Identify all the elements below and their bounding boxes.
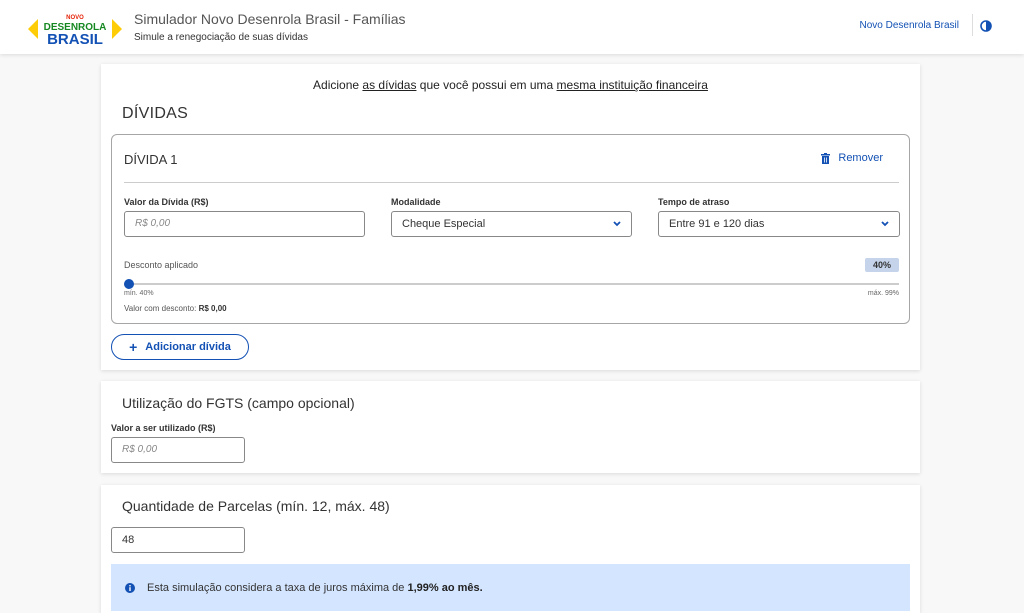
info-text: Esta simulação considera a taxa de juros…: [147, 581, 483, 594]
desconto-label: Desconto aplicado: [124, 260, 199, 270]
svg-text:BRASIL: BRASIL: [47, 31, 103, 47]
app-title: Simulador Novo Desenrola Brasil - Famíli…: [134, 11, 406, 27]
tempo-atraso-label: Tempo de atraso: [658, 197, 730, 207]
dividas-intro: Adicione as dívidas que você possui em u…: [313, 78, 708, 92]
slider-thumb[interactable]: [124, 279, 134, 289]
divida-title: DÍVIDA 1: [124, 152, 178, 167]
parcelas-title: Quantidade de Parcelas (mín. 12, máx. 48…: [122, 498, 390, 514]
dividas-card: Adicione as dívidas que você possui em u…: [101, 64, 920, 370]
app-subtitle: Simule a renegociação de suas dívidas: [134, 32, 308, 43]
contrast-icon[interactable]: [980, 19, 992, 32]
modalidade-label: Modalidade: [391, 197, 441, 207]
tempo-atraso-select[interactable]: Entre 91 e 120 dias: [658, 211, 900, 237]
header-link-desenrola[interactable]: Novo Desenrola Brasil: [860, 20, 960, 31]
slider-min-label: mín. 40%: [124, 290, 154, 297]
fgts-label: Valor a ser utilizado (R$): [111, 423, 216, 433]
link-as-dividas[interactable]: as dívidas: [362, 78, 416, 92]
desconto-badge: 40%: [865, 258, 899, 272]
fgts-card: Utilização do FGTS (campo opcional) Valo…: [101, 381, 920, 473]
plus-icon: +: [129, 339, 138, 355]
remove-button[interactable]: Remover: [821, 152, 883, 164]
parcelas-input[interactable]: 48: [111, 527, 245, 553]
desenrola-logo[interactable]: NOVO DESENROLA BRASIL: [28, 11, 122, 48]
desconto-slider[interactable]: [124, 283, 899, 285]
info-alert: Esta simulação considera a taxa de juros…: [111, 564, 910, 611]
divider: [124, 182, 899, 183]
trash-icon: [821, 152, 831, 164]
fgts-title: Utilização do FGTS (campo opcional): [122, 395, 355, 411]
add-divida-button[interactable]: + Adicionar dívida: [111, 334, 249, 360]
header-divider: [972, 14, 973, 36]
modalidade-select[interactable]: Cheque Especial: [391, 211, 632, 237]
fgts-input[interactable]: R$ 0,00: [111, 437, 245, 463]
valor-com-desconto: Valor com desconto: R$ 0,00: [124, 304, 227, 313]
chevron-down-icon: [613, 221, 621, 227]
parcelas-card: Quantidade de Parcelas (mín. 12, máx. 48…: [101, 485, 920, 613]
divida-item: DÍVIDA 1 Remover Valor da Dívida (R$) R$…: [111, 134, 910, 324]
svg-text:NOVO: NOVO: [66, 15, 84, 21]
info-icon: [125, 582, 135, 593]
link-mesma-instituicao[interactable]: mesma instituição financeira: [557, 78, 708, 92]
valor-divida-input[interactable]: R$ 0,00: [124, 211, 365, 237]
chevron-down-icon: [881, 221, 889, 227]
dividas-title: DÍVIDAS: [122, 105, 189, 122]
slider-max-label: máx. 99%: [867, 290, 899, 297]
valor-divida-label: Valor da Dívida (R$): [124, 197, 209, 207]
app-header: NOVO DESENROLA BRASIL Simulador Novo Des…: [0, 0, 1024, 54]
